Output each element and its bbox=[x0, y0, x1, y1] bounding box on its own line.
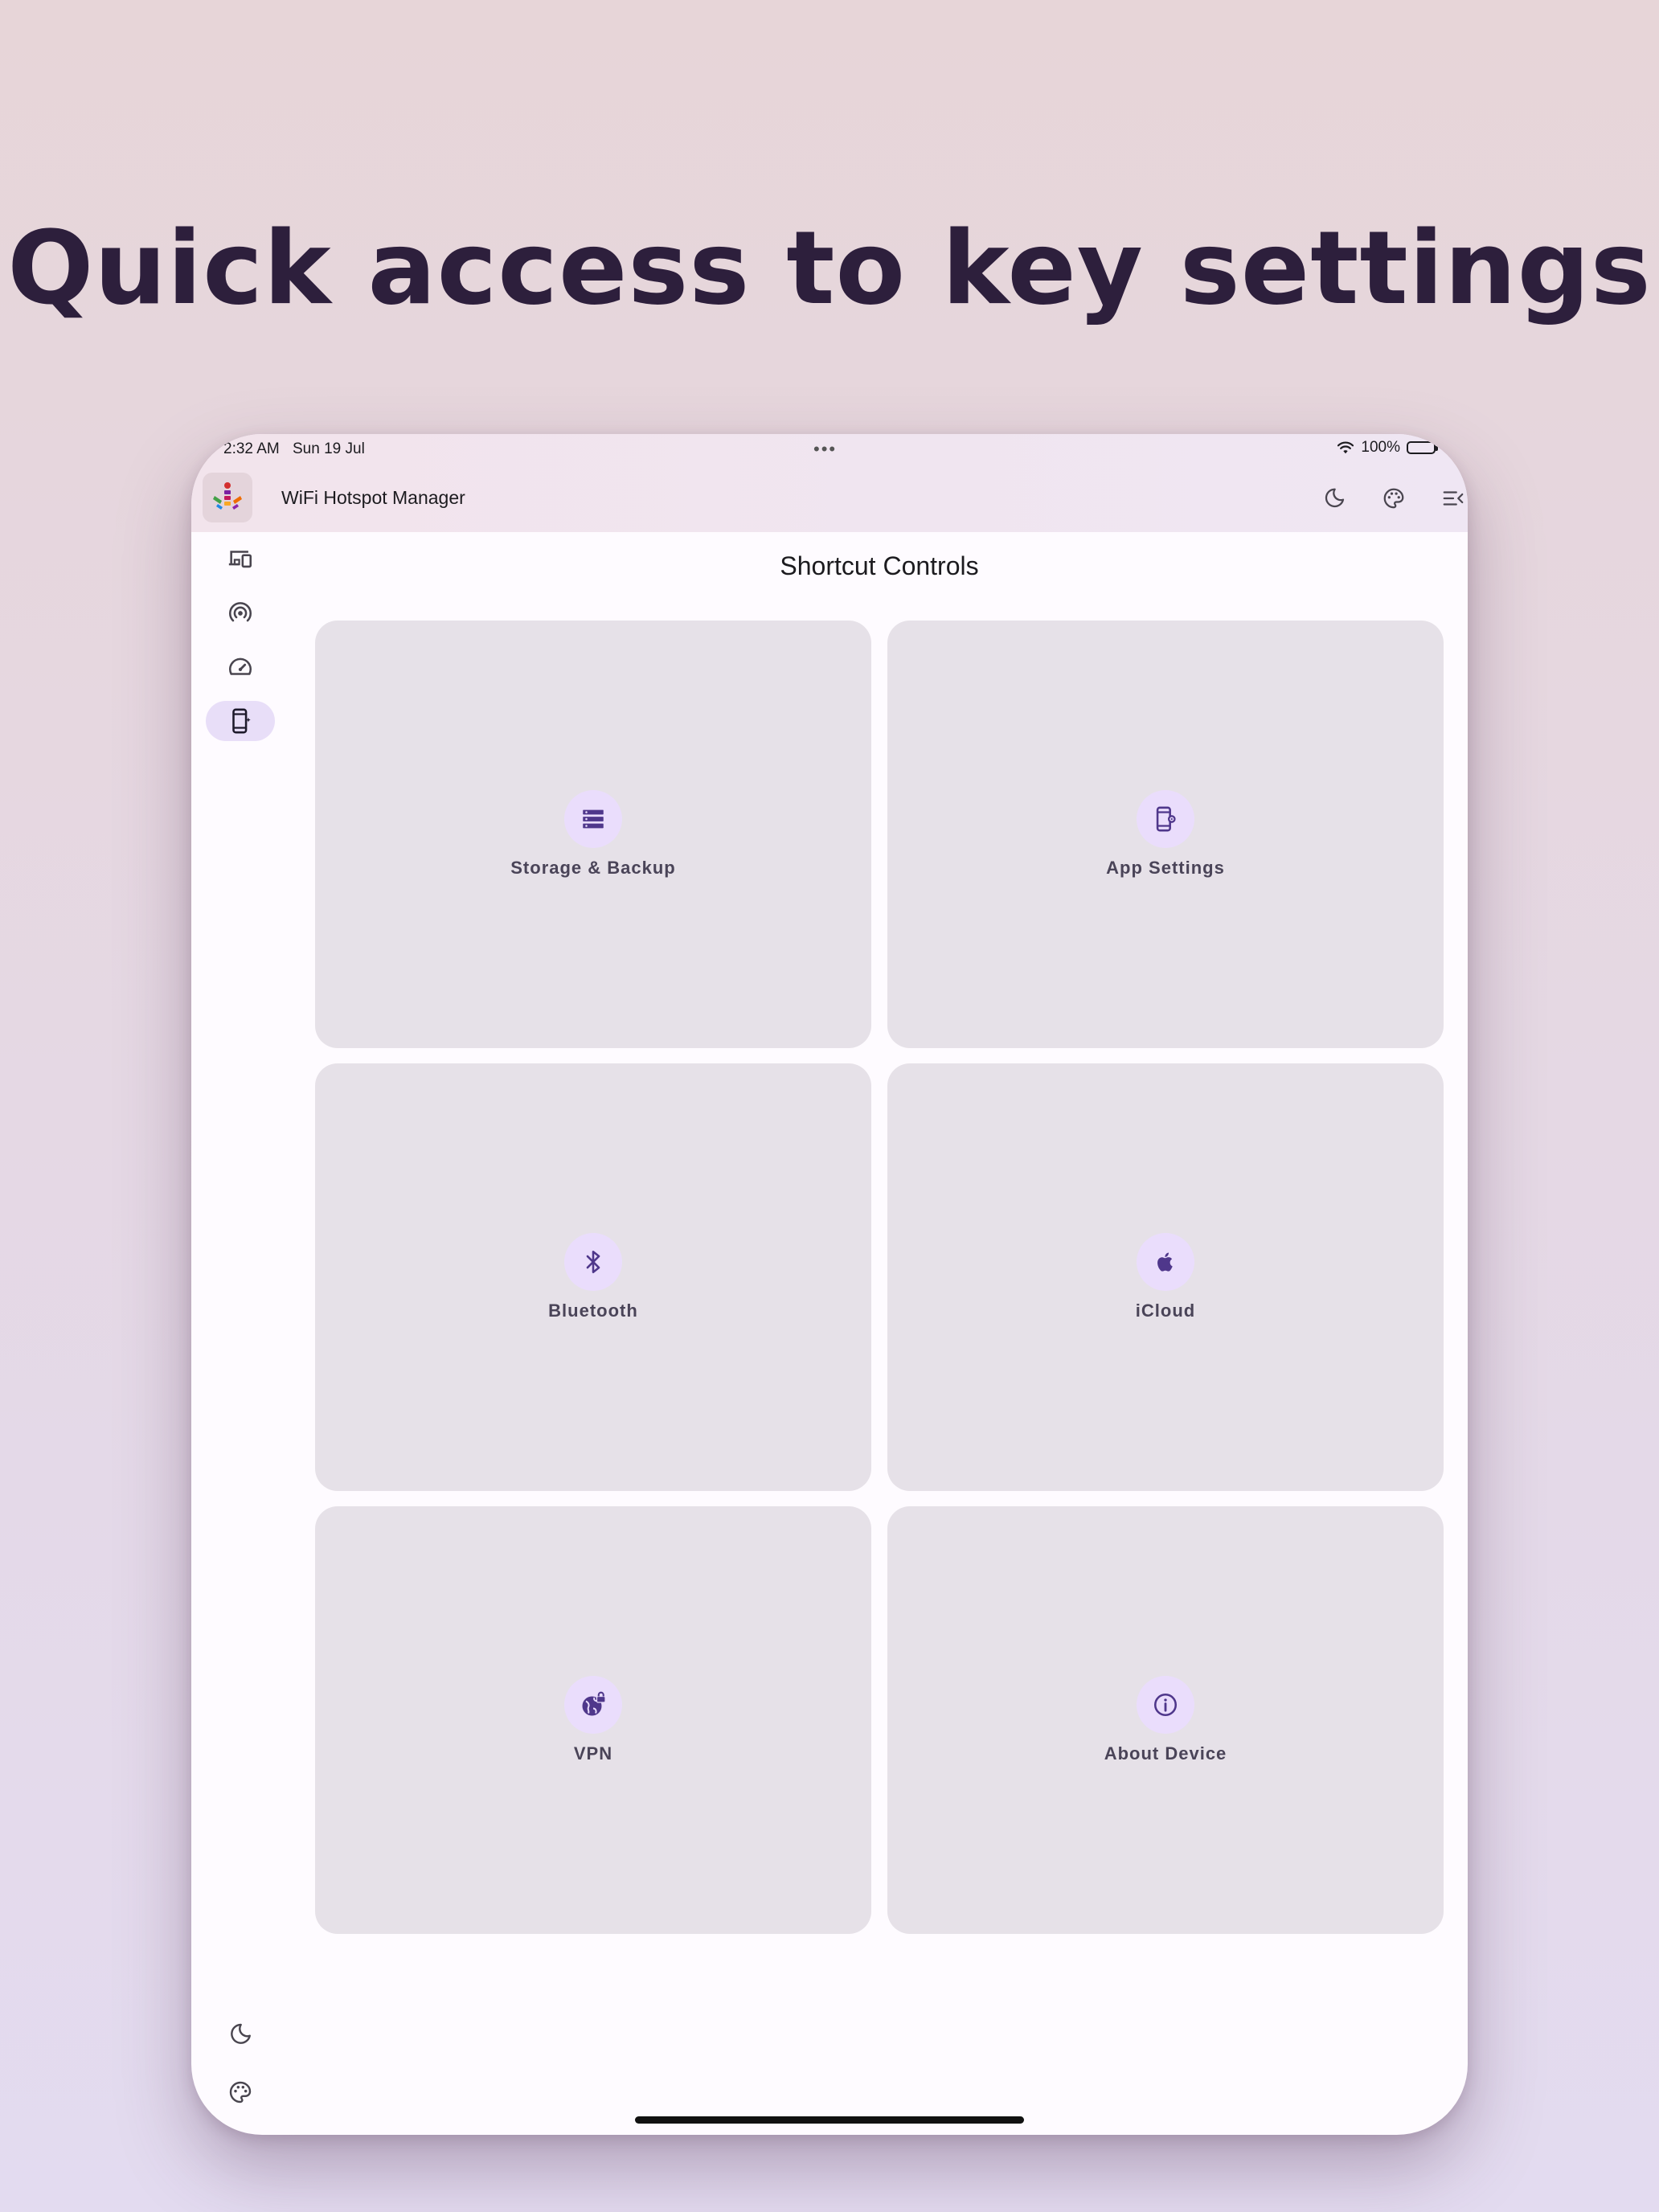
collapse-menu-button[interactable] bbox=[1436, 481, 1468, 516]
palette-icon bbox=[229, 2081, 252, 2103]
page-title: Shortcut Controls bbox=[780, 551, 979, 580]
rail-item-hotspot[interactable] bbox=[206, 593, 275, 633]
info-icon bbox=[1137, 1676, 1194, 1734]
status-right: 100% bbox=[1337, 439, 1438, 457]
rail-palette-button[interactable] bbox=[206, 2072, 275, 2112]
tile-vpn[interactable]: VPN bbox=[315, 1506, 871, 1934]
hotspot-icon bbox=[229, 602, 252, 622]
navigation-rail bbox=[191, 532, 291, 2135]
tablet-frame: WiFi Hotspot Manager 2:32 AM Sun 19 Jul … bbox=[191, 434, 1468, 2135]
rail-item-shortcuts[interactable] bbox=[206, 701, 275, 741]
speedometer-icon bbox=[228, 657, 252, 675]
battery-percent: 100% bbox=[1361, 439, 1400, 456]
storage-icon bbox=[564, 790, 622, 848]
bluetooth-icon bbox=[564, 1233, 622, 1291]
status-date: Sun 19 Jul bbox=[293, 440, 365, 457]
rail-item-speed-test[interactable] bbox=[206, 647, 275, 687]
theme-palette-button[interactable] bbox=[1376, 481, 1411, 516]
promo-headline: Quick access to key settings bbox=[7, 209, 1652, 327]
tile-storage-backup[interactable]: Storage & Backup bbox=[315, 621, 871, 1048]
tile-label: Bluetooth bbox=[548, 1301, 638, 1321]
status-time: 2:32 AM bbox=[223, 440, 280, 457]
multitasking-dots-icon[interactable]: ••• bbox=[813, 439, 837, 460]
home-indicator[interactable] bbox=[635, 2116, 1024, 2124]
vpn-globe-lock-icon bbox=[564, 1676, 622, 1734]
tile-label: VPN bbox=[573, 1743, 613, 1763]
tile-app-settings[interactable]: App Settings bbox=[887, 621, 1444, 1048]
tile-icloud[interactable]: iCloud bbox=[887, 1063, 1444, 1491]
dark-mode-icon bbox=[1325, 488, 1345, 508]
dark-mode-button[interactable] bbox=[1317, 481, 1352, 516]
apple-icon bbox=[1137, 1233, 1194, 1291]
shortcut-grid: Storage & Backup App Settings Bluetooth … bbox=[315, 621, 1444, 1934]
tile-label: iCloud bbox=[1135, 1301, 1196, 1321]
app-settings-icon bbox=[1137, 790, 1194, 848]
app-logo bbox=[203, 473, 252, 522]
rail-item-devices[interactable] bbox=[206, 539, 275, 579]
status-bar: 2:32 AM Sun 19 Jul ••• 100% bbox=[191, 434, 1468, 466]
app-title: WiFi Hotspot Manager bbox=[281, 487, 465, 508]
devices-icon bbox=[228, 551, 252, 568]
rail-dark-mode-button[interactable] bbox=[206, 2014, 275, 2054]
palette-icon bbox=[1383, 488, 1404, 509]
dark-mode-icon bbox=[231, 2023, 251, 2044]
tile-label: App Settings bbox=[1106, 858, 1225, 878]
menu-collapse-icon bbox=[1443, 491, 1464, 506]
wifi-icon bbox=[1337, 441, 1354, 454]
tile-label: Storage & Backup bbox=[510, 858, 676, 878]
tile-about-device[interactable]: About Device bbox=[887, 1506, 1444, 1934]
battery-icon bbox=[1407, 441, 1438, 454]
tile-label: About Device bbox=[1104, 1743, 1227, 1763]
tile-bluetooth[interactable]: Bluetooth bbox=[315, 1063, 871, 1491]
phone-settings-icon bbox=[232, 708, 251, 734]
